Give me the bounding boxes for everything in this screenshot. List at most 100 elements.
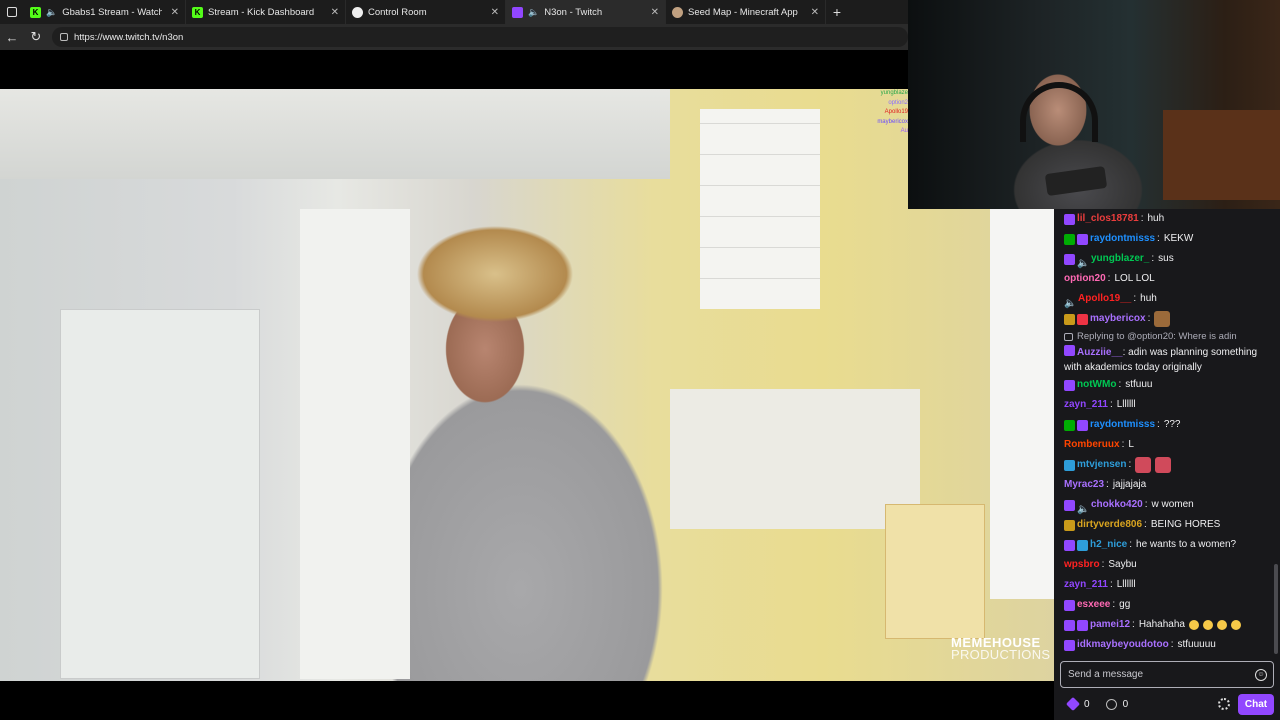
chat-username[interactable]: wpsbro [1064,555,1100,575]
speaker-icon[interactable]: 🔈 [46,7,57,18]
chat-username[interactable]: mtvjensen [1077,455,1126,475]
chat-scrollbar[interactable] [1274,564,1278,654]
tab-control-room[interactable]: Control Room ✕ [346,0,506,24]
chat-settings-gear-icon[interactable] [1218,698,1230,710]
chat-badge-icon[interactable] [1064,539,1075,551]
video-scene [700,109,820,309]
chat-badge-icon[interactable] [1064,499,1075,511]
chat-text: huh [1147,213,1165,224]
chat-emote-icon[interactable] [1202,620,1213,630]
chat-badge-icon[interactable] [1064,459,1075,471]
muted-speaker-icon[interactable]: 🔈 [1077,254,1089,269]
tab-gbabs1[interactable]: K 🔈 Gbabs1 Stream - Watch Live ✕ [24,0,186,24]
chat-username[interactable]: pamei12 [1090,615,1130,635]
chat-username[interactable]: Romberuux [1064,435,1120,455]
chat-username[interactable]: h2_nice [1090,535,1127,555]
chat-badge-icon[interactable] [1077,539,1088,551]
back-arrow-icon[interactable]: ← [0,30,24,45]
close-icon[interactable]: ✕ [651,7,659,18]
video-scene [885,504,985,639]
chat-username[interactable]: esxeee [1077,595,1110,615]
reload-icon[interactable]: ↻ [24,29,48,45]
chat-badge-icon[interactable] [1077,233,1088,245]
close-icon[interactable]: ✕ [331,7,339,18]
chat-badge-icon[interactable] [1064,233,1075,245]
close-icon[interactable]: ✕ [811,7,819,18]
chat-colon: : [1106,479,1109,490]
chat-badge-icon[interactable] [1064,599,1075,611]
control-room-icon [352,6,363,18]
chat-emote-icon[interactable] [1154,311,1171,327]
chat-username[interactable]: idkmaybeyoudotoo [1077,635,1169,655]
speaker-icon[interactable]: 🔈 [528,7,539,18]
chat-message: option20: LOL LOL [1064,269,1274,289]
chat-badge-icon[interactable] [1064,253,1075,265]
chat-badge-icon[interactable] [1077,619,1088,631]
chat-message: zayn_211: Lllllll [1064,395,1274,415]
chat-username[interactable]: yungblazer_ [1091,249,1149,269]
chat-username[interactable]: raydontmisss [1090,229,1155,249]
video-scene [0,89,670,179]
tab-title: Gbabs1 Stream - Watch Live [62,6,162,18]
chat-username[interactable]: Myrac23 [1064,475,1104,495]
chat-username[interactable]: zayn_211 [1064,395,1108,415]
tab-kick-dashboard[interactable]: K Stream - Kick Dashboard ✕ [186,0,346,24]
chat-message: Auzziie__: adin was planning something w… [1064,344,1274,375]
chat-send-button[interactable]: Chat [1238,693,1274,715]
chat-text: ??? [1163,419,1181,430]
chat-text: Saybu [1108,559,1137,570]
chat-username[interactable]: option20 [1064,269,1106,289]
chat-username[interactable]: Auzziie__ [1077,347,1123,358]
chat-emote-icon[interactable] [1188,620,1199,630]
chat-username[interactable]: Apollo19__ [1078,289,1131,309]
tab-seed-map[interactable]: Seed Map - Minecraft App ✕ [666,0,826,24]
kick-icon: K [30,6,41,18]
chat-username[interactable]: zayn_211 [1064,575,1108,595]
chat-text: Lllllll [1116,399,1136,410]
chat-badge-icon[interactable] [1064,345,1075,356]
close-icon[interactable]: ✕ [491,7,499,18]
chat-badge-icon[interactable] [1064,619,1075,631]
chat-colon: : [1109,579,1113,590]
channel-points[interactable]: 0 0 [1065,696,1129,712]
emote-picker-icon[interactable]: ☺ [1255,668,1267,681]
chat-username[interactable]: dirtyverde806 [1077,515,1142,535]
window-menu-icon[interactable] [0,0,24,24]
chat-emote-icon[interactable] [1230,620,1241,630]
new-tab-button[interactable]: + [826,4,848,20]
chat-badge-icon[interactable] [1077,419,1088,431]
chat-username[interactable]: notWMo [1077,375,1116,395]
chat-message: raydontmisss:??? [1064,415,1274,435]
chat-badge-icon[interactable] [1064,379,1075,391]
chat-username[interactable]: chokko420 [1091,495,1143,515]
chat-text: stfuuuuu [1177,639,1216,650]
url-field[interactable]: https://www.twitch.tv/n3on [52,27,908,47]
chat-badge-icon[interactable] [1077,313,1088,325]
video-player[interactable]: MEMEHOUSE PRODUCTIONS [0,89,1054,681]
chat-username[interactable]: raydontmisss [1090,415,1155,435]
chat-emote-icon[interactable] [1155,457,1172,473]
chat-message: Myrac23: jajjajaja [1064,475,1274,495]
chat-emote-icon[interactable] [1216,620,1227,630]
chat-badge-icon[interactable] [1064,519,1075,531]
chat-badge-icon[interactable] [1064,213,1075,225]
timer-count: 0 [1122,698,1129,710]
timer-icon [1105,698,1117,710]
chat-badge-icon[interactable] [1064,313,1075,325]
chat-messages: lil_clos18781: huh raydontmisss: KEKW 🔈 yungb… [1054,209,1274,655]
chat-badge-icon[interactable] [1064,419,1075,431]
chat-input[interactable]: Send a message ☺ [1060,661,1274,688]
tab-n3on-twitch[interactable]: 🔈 N3on - Twitch ✕ [506,0,666,24]
tab-title: Stream - Kick Dashboard [208,6,315,18]
muted-speaker-icon[interactable]: 🔈 [1077,500,1089,515]
chat-message: zayn_211: Lllllll [1064,575,1274,595]
chat-badge-icon[interactable] [1064,639,1075,651]
chat-username[interactable]: maybericox [1090,309,1146,329]
browser-tab-bar: K 🔈 Gbabs1 Stream - Watch Live ✕ K Strea… [0,0,908,24]
muted-speaker-icon[interactable]: 🔈 [1064,294,1076,309]
chat-username[interactable]: lil_clos18781 [1077,209,1139,229]
chat-emote-icon[interactable] [1135,457,1152,473]
chat-colon: : [1147,313,1151,324]
reply-context[interactable]: Replying to @option20: Where is adin [1064,329,1274,344]
close-icon[interactable]: ✕ [171,7,179,18]
